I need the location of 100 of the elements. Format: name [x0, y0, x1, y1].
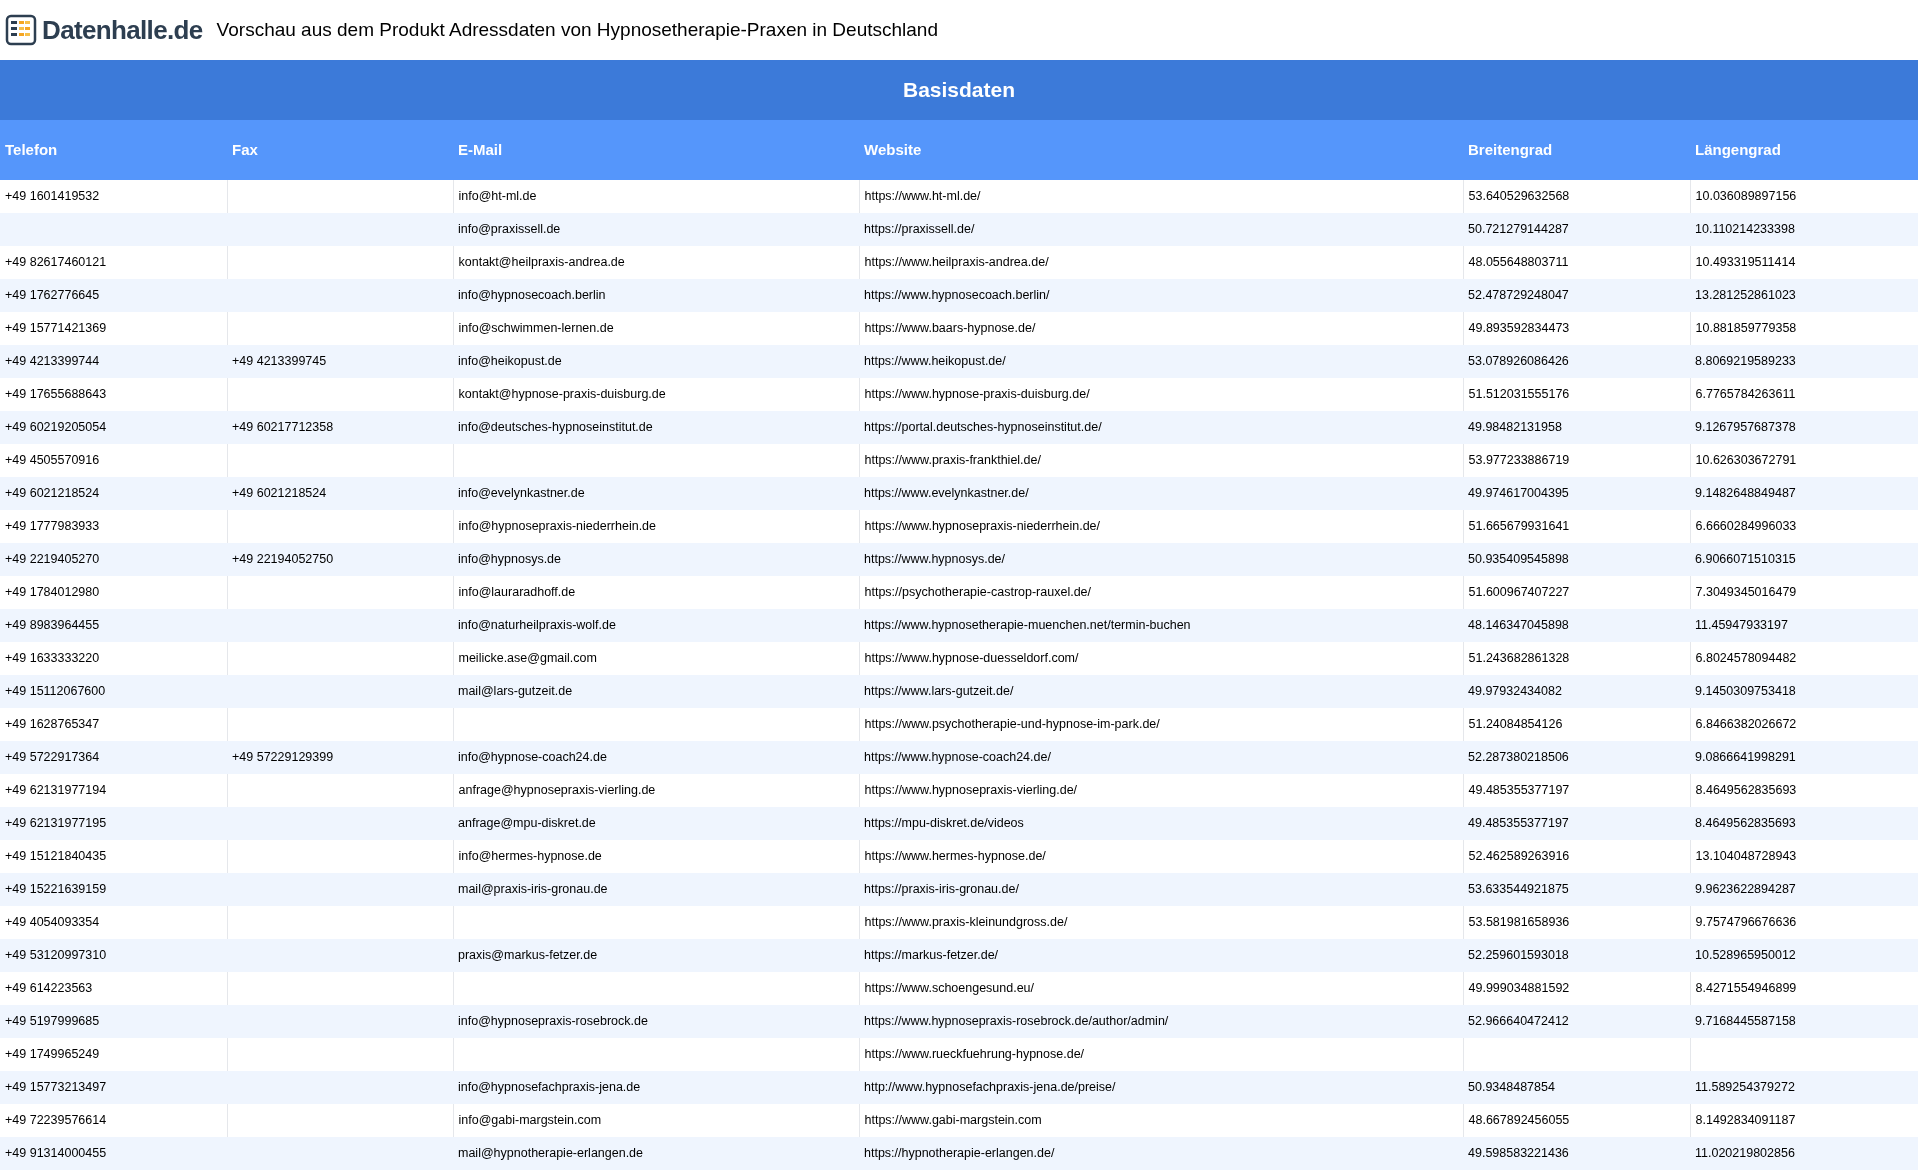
- table-cell: 52.478729248047: [1463, 279, 1690, 312]
- table-cell: 10.528965950012: [1690, 939, 1918, 972]
- table-cell: +49 91314000455: [0, 1137, 227, 1170]
- table-cell: http://www.hypnosefachpraxis-jena.de/preise/: [859, 1071, 1463, 1104]
- table-cell: +49 1628765347: [0, 708, 227, 741]
- table-cell: info@hypnosepraxis-rosebrock.de: [453, 1005, 859, 1038]
- table-cell: 52.287380218506: [1463, 741, 1690, 774]
- table-cell: +49 60219205054: [0, 411, 227, 444]
- table-cell: +49 5722917364: [0, 741, 227, 774]
- table-cell: https://www.hypnosepraxis-rosebrock.de/author/admin/: [859, 1005, 1463, 1038]
- table-cell: 49.485355377197: [1463, 807, 1690, 840]
- table-cell: 48.146347045898: [1463, 609, 1690, 642]
- column-header[interactable]: Telefon: [0, 120, 227, 180]
- table-cell: https://www.lars-gutzeit.de/: [859, 675, 1463, 708]
- table-cell: +49 4213399744: [0, 345, 227, 378]
- table-cell: https://www.hypnosys.de/: [859, 543, 1463, 576]
- table-cell: 49.98482131958: [1463, 411, 1690, 444]
- table-cell: info@deutsches-hypnoseinstitut.de: [453, 411, 859, 444]
- table-cell: +49 6021218524: [0, 477, 227, 510]
- table-cell: +49 62131977194: [0, 774, 227, 807]
- table-cell: 53.633544921875: [1463, 873, 1690, 906]
- page-title: Vorschau aus dem Produkt Adressdaten von Hypnosetherapie-Praxen in Deutschland: [216, 17, 938, 42]
- table-cell: 9.0866641998291: [1690, 741, 1918, 774]
- table-cell: +49 1633333220: [0, 642, 227, 675]
- table-cell: +49 53120997310: [0, 939, 227, 972]
- table-cell: +49 15773213497: [0, 1071, 227, 1104]
- table-cell: https://mpu-diskret.de/videos: [859, 807, 1463, 840]
- table-cell: praxis@markus-fetzer.de: [453, 939, 859, 972]
- table-cell: https://portal.deutsches-hypnoseinstitut.de/: [859, 411, 1463, 444]
- table-cell: +49 15771421369: [0, 312, 227, 345]
- group-heading: Basisdaten: [0, 60, 1918, 120]
- table-cell: 11.45947933197: [1690, 609, 1918, 642]
- table-cell: 13.281252861023: [1690, 279, 1918, 312]
- column-header[interactable]: E-Mail: [453, 120, 859, 180]
- table-cell: 9.1450309753418: [1690, 675, 1918, 708]
- table-cell: +49 2219405270: [0, 543, 227, 576]
- table-cell: https://praxis-iris-gronau.de/: [859, 873, 1463, 906]
- table-cell: +49 22194052750: [227, 543, 453, 576]
- table-cell: +49 1762776645: [0, 279, 227, 312]
- table-cell: https://www.hypnose-coach24.de/: [859, 741, 1463, 774]
- table-cell: 53.078926086426: [1463, 345, 1690, 378]
- table-cell: +49 62131977195: [0, 807, 227, 840]
- table-cell: info@hypnosys.de: [453, 543, 859, 576]
- table-cell: +49 82617460121: [0, 246, 227, 279]
- table-cell: 52.259601593018: [1463, 939, 1690, 972]
- table-cell: +49 15112067600: [0, 675, 227, 708]
- table-cell: +49 60217712358: [227, 411, 453, 444]
- table-cell: 11.020219802856: [1690, 1137, 1918, 1170]
- table-cell: mail@lars-gutzeit.de: [453, 675, 859, 708]
- table-cell: https://hypnotherapie-erlangen.de/: [859, 1137, 1463, 1170]
- table-cell: +49 1777983933: [0, 510, 227, 543]
- logo-icon: [4, 13, 38, 47]
- table-cell: https://markus-fetzer.de/: [859, 939, 1463, 972]
- table-cell: anfrage@mpu-diskret.de: [453, 807, 859, 840]
- table-cell: info@hypnosecoach.berlin: [453, 279, 859, 312]
- table-cell: +49 4505570916: [0, 444, 227, 477]
- table-cell: mail@praxis-iris-gronau.de: [453, 873, 859, 906]
- table-cell: info@praxissell.de: [453, 213, 859, 246]
- table-cell: 52.966640472412: [1463, 1005, 1690, 1038]
- table-cell: +49 4213399745: [227, 345, 453, 378]
- table-cell: 9.1482648849487: [1690, 477, 1918, 510]
- table-cell: +49 15121840435: [0, 840, 227, 873]
- column-header[interactable]: Fax: [227, 120, 453, 180]
- table-cell: +49 1601419532: [0, 180, 227, 213]
- table-cell: mail@hypnotherapie-erlangen.de: [453, 1137, 859, 1170]
- table-cell: +49 614223563: [0, 972, 227, 1005]
- table-cell: 49.598583221436: [1463, 1137, 1690, 1170]
- table-cell: 50.9348487854: [1463, 1071, 1690, 1104]
- column-header[interactable]: Längengrad: [1690, 120, 1918, 180]
- table-cell: info@evelynkastner.de: [453, 477, 859, 510]
- table-cell: 50.935409545898: [1463, 543, 1690, 576]
- table-cell: info@hypnosefachpraxis-jena.de: [453, 1071, 859, 1104]
- table-cell: https://www.hypnosetherapie-muenchen.net/termin-buchen: [859, 609, 1463, 642]
- table-cell: +49 6021218524: [227, 477, 453, 510]
- table-cell: 11.589254379272: [1690, 1071, 1918, 1104]
- logo-text: Datenhalle.de: [42, 13, 203, 47]
- table-cell: info@heikopust.de: [453, 345, 859, 378]
- table-cell: +49 1749965249: [0, 1038, 227, 1071]
- table-cell: 49.97932434082: [1463, 675, 1690, 708]
- table-cell: +49 57229129399: [227, 741, 453, 774]
- table-cell: https://praxissell.de/: [859, 213, 1463, 246]
- table-cell: 10.110214233398: [1690, 213, 1918, 246]
- table-cell: 49.974617004395: [1463, 477, 1690, 510]
- table-cell: 8.4649562835693: [1690, 807, 1918, 840]
- table-cell: +49 72239576614: [0, 1104, 227, 1137]
- table-cell: 6.9066071510315: [1690, 543, 1918, 576]
- table-cell: https://www.evelynkastner.de/: [859, 477, 1463, 510]
- table-cell: 9.9623622894287: [1690, 873, 1918, 906]
- table-cell: 8.8069219589233: [1690, 345, 1918, 378]
- table-cell: 9.1267957687378: [1690, 411, 1918, 444]
- column-header[interactable]: Website: [859, 120, 1463, 180]
- table-cell: +49 15221639159: [0, 873, 227, 906]
- column-header[interactable]: Breitengrad: [1463, 120, 1690, 180]
- table-cell: +49 17655688643: [0, 378, 227, 411]
- table-cell: 9.7168445587158: [1690, 1005, 1918, 1038]
- table-cell: +49 5197999685: [0, 1005, 227, 1038]
- table-cell: +49 4054093354: [0, 906, 227, 939]
- table-cell: 50.721279144287: [1463, 213, 1690, 246]
- table-cell: info@naturheilpraxis-wolf.de: [453, 609, 859, 642]
- table-cell: +49 1784012980: [0, 576, 227, 609]
